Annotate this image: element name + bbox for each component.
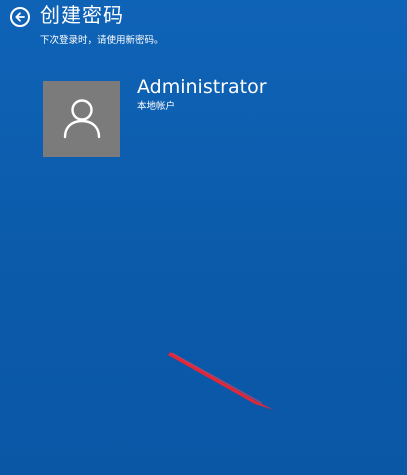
- create-password-page: 创建密码 下次登录时，请使用新密码。 Administrator 本地帐户: [0, 0, 407, 475]
- annotation-arrow: [168, 352, 274, 410]
